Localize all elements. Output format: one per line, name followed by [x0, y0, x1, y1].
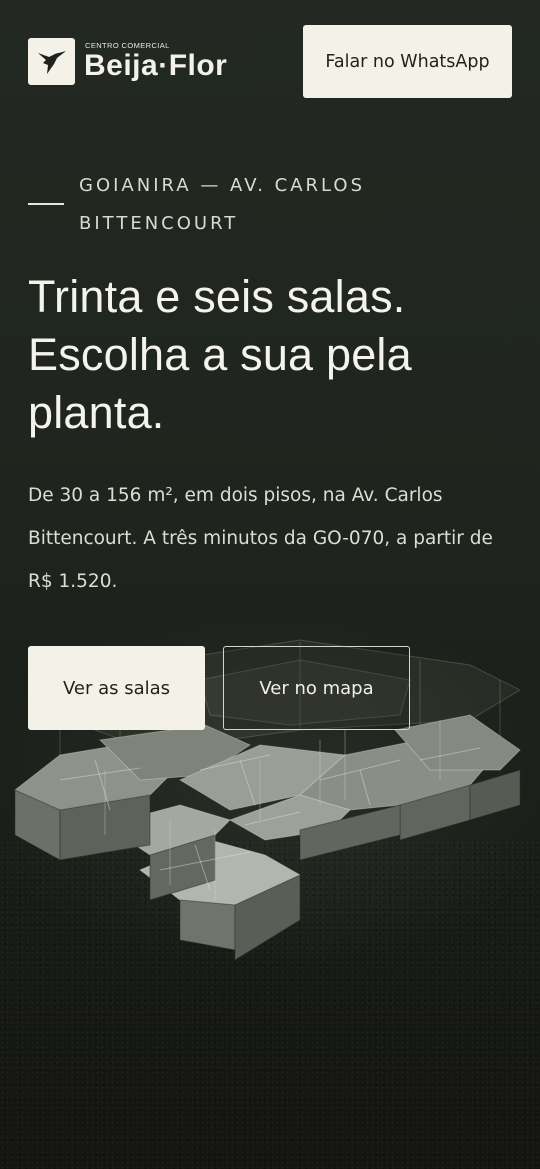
hero-lead: De 30 a 156 m², em dois pisos, na Av. Ca…	[28, 485, 493, 592]
hero-headline: Trinta e seis salas. Escolha a sua pela …	[28, 271, 412, 438]
eyebrow-text: GOIANIRA — AV. CARLOS BITTENCOURT	[79, 175, 366, 234]
see-map-button[interactable]: Ver no mapa	[223, 646, 410, 730]
site-header: CENTRO COMERCIAL Beija·Flor Falar no Wha…	[0, 0, 540, 120]
brand-wordmark: CENTRO COMERCIAL Beija·Flor	[84, 38, 245, 85]
eyebrow-divider	[28, 203, 64, 205]
brand-name: Beija·Flor	[84, 48, 228, 82]
see-rooms-button[interactable]: Ver as salas	[28, 646, 205, 730]
whatsapp-button[interactable]: Falar no WhatsApp	[303, 25, 512, 98]
brand-logo[interactable]: CENTRO COMERCIAL Beija·Flor	[28, 37, 245, 85]
hummingbird-icon	[28, 37, 75, 85]
